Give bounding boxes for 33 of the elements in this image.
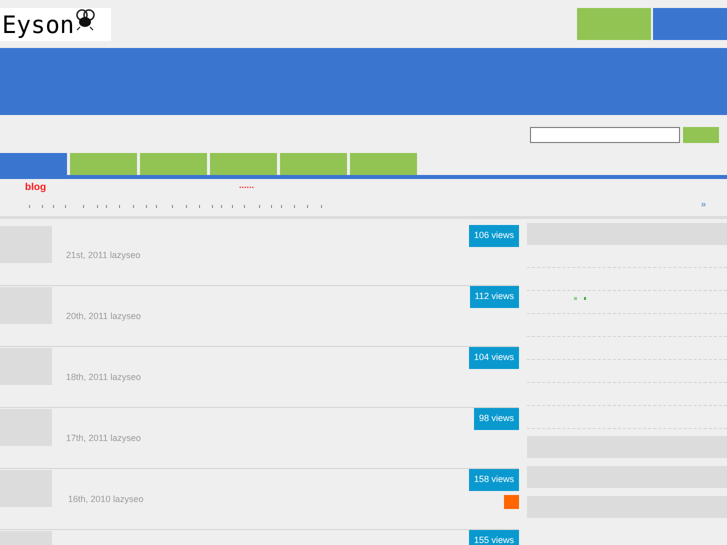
- header-button[interactable]: [653, 8, 727, 40]
- views-badge: 104 views: [468, 347, 519, 369]
- post-meta: 18th, 2011 lazyseo: [66, 371, 141, 384]
- post-meta: 16th, 2010 lazyseo: [68, 493, 144, 506]
- nav-tab[interactable]: [70, 153, 137, 175]
- nav-tab[interactable]: [210, 153, 277, 175]
- feed-icon[interactable]: [504, 495, 519, 509]
- breadcrumb-link[interactable]: blog: [25, 180, 46, 195]
- post-meta: 20th, 2011 lazyseo: [66, 310, 141, 323]
- nav-tab[interactable]: [280, 153, 347, 175]
- nav-tab[interactable]: [350, 153, 417, 175]
- views-badge: 155 views: [468, 530, 519, 545]
- dots-text: ......: [239, 180, 254, 190]
- post-thumbnail[interactable]: [0, 409, 52, 446]
- post-thumbnail[interactable]: [0, 470, 52, 507]
- views-badge: 106 views: [468, 225, 519, 247]
- views-badge: 98 views: [474, 408, 519, 430]
- search-button[interactable]: [683, 126, 719, 142]
- post-thumbnail[interactable]: [0, 348, 52, 385]
- search-field[interactable]: [530, 126, 680, 142]
- views-badge: 112 views: [470, 286, 519, 308]
- post-meta: 21st, 2011 lazyseo: [66, 249, 140, 262]
- post-thumbnail[interactable]: [0, 287, 52, 324]
- header-button[interactable]: [577, 8, 651, 40]
- views-badge: 158 views: [468, 469, 519, 491]
- logo-text: Eyson: [2, 12, 74, 36]
- nav-tab[interactable]: [140, 153, 207, 175]
- next-link[interactable]: »: [701, 198, 706, 212]
- post-meta: 17th, 2011 lazyseo: [66, 432, 141, 445]
- logo[interactable]: Eyson: [0, 8, 111, 41]
- sidebar-marks-drawing: [574, 297, 586, 300]
- nav-tab[interactable]: [0, 153, 67, 175]
- fly-icon: [75, 9, 96, 31]
